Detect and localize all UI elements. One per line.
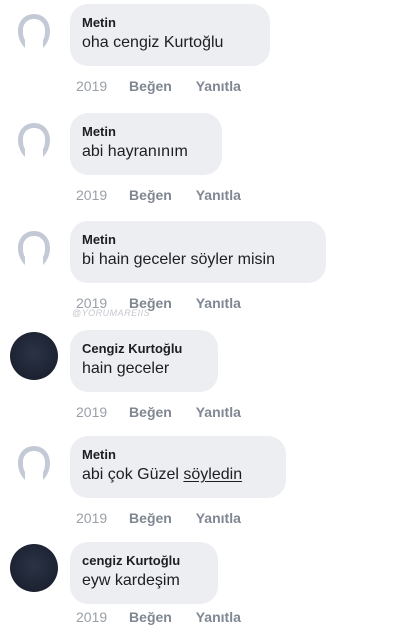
comment-year[interactable]: 2019 [76,404,107,420]
comment-meta: 2019 Beğen Yanıtla [76,609,241,625]
like-button[interactable]: Beğen [129,609,172,625]
comment-text: eyw kardeşim [82,570,204,592]
comment-meta: 2019 Beğen Yanıtla [76,510,241,526]
default-avatar-icon[interactable] [10,115,58,163]
comment-text-underlined: söyledin [183,466,243,483]
reply-button[interactable]: Yanıtla [196,78,241,94]
comment-meta: 2019 Beğen Yanıtla [76,404,241,420]
watermark: @YORUMAREIIS [72,308,151,318]
comment-text-main: abi hayranınım [82,143,188,160]
reply-button[interactable]: Yanıtla [196,187,241,203]
comment-author[interactable]: Cengiz Kurtoğlu [82,340,204,358]
comment-item: Metin oha cengiz Kurtoğlu 2019 Beğen Yan… [0,4,420,104]
default-avatar-icon[interactable] [10,438,58,486]
comment-item: Metin bi hain geceler söyler misin 2019 … [0,221,420,321]
comment-bubble: Metin abi hayranınım [70,113,222,175]
reply-button[interactable]: Yanıtla [196,404,241,420]
comment-item: Metin abi hayranınım 2019 Beğen Yanıtla [0,113,420,213]
comment-author[interactable]: Metin [82,14,256,32]
comment-meta: 2019 Beğen Yanıtla [76,187,241,203]
comment-bubble: Metin bi hain geceler söyler misin [70,221,326,283]
comment-author[interactable]: Metin [82,231,312,249]
like-button[interactable]: Beğen [129,187,172,203]
dark-photo-avatar-icon[interactable] [10,332,58,380]
comment-item: Cengiz Kurtoğlu hain geceler 2019 Beğen … [0,330,420,430]
comment-author[interactable]: cengiz Kurtoğlu [82,552,204,570]
default-avatar-icon[interactable] [10,223,58,271]
reply-button[interactable]: Yanıtla [196,510,241,526]
comment-text: abi hayranınım [82,141,208,163]
comment-item: cengiz Kurtoğlu eyw kardeşim 2019 Beğen … [0,542,420,642]
reply-button[interactable]: Yanıtla [196,609,241,625]
comment-text-main: oha cengiz Kurtoğlu [82,34,224,51]
default-avatar-icon[interactable] [10,6,58,54]
comment-meta: 2019 Beğen Yanıtla [76,78,241,94]
comment-text-main: eyw kardeşim [82,572,180,589]
comment-thread: Metin oha cengiz Kurtoğlu 2019 Beğen Yan… [0,0,420,628]
comment-year[interactable]: 2019 [76,187,107,203]
comment-text-main: bi hain geceler söyler misin [82,251,275,268]
comment-bubble: Metin oha cengiz Kurtoğlu [70,4,270,66]
comment-year[interactable]: 2019 [76,510,107,526]
comment-year[interactable]: 2019 [76,78,107,94]
comment-author[interactable]: Metin [82,123,208,141]
like-button[interactable]: Beğen [129,78,172,94]
comment-text: abi çok Güzel söyledin [82,464,272,486]
comment-text: hain geceler [82,358,204,380]
comment-year[interactable]: 2019 [76,609,107,625]
comment-text: bi hain geceler söyler misin [82,249,312,271]
comment-text: oha cengiz Kurtoğlu [82,32,256,54]
comment-item: Metin abi çok Güzel söyledin 2019 Beğen … [0,436,420,536]
reply-button[interactable]: Yanıtla [196,295,241,311]
dark-photo-avatar-icon[interactable] [10,544,58,592]
comment-text-main: hain geceler [82,360,170,377]
like-button[interactable]: Beğen [129,404,172,420]
comment-bubble: Cengiz Kurtoğlu hain geceler [70,330,218,392]
comment-bubble: Metin abi çok Güzel söyledin [70,436,286,498]
comment-bubble: cengiz Kurtoğlu eyw kardeşim [70,542,218,604]
like-button[interactable]: Beğen [129,510,172,526]
comment-text-main: abi çok Güzel [82,466,184,483]
comment-author[interactable]: Metin [82,446,272,464]
